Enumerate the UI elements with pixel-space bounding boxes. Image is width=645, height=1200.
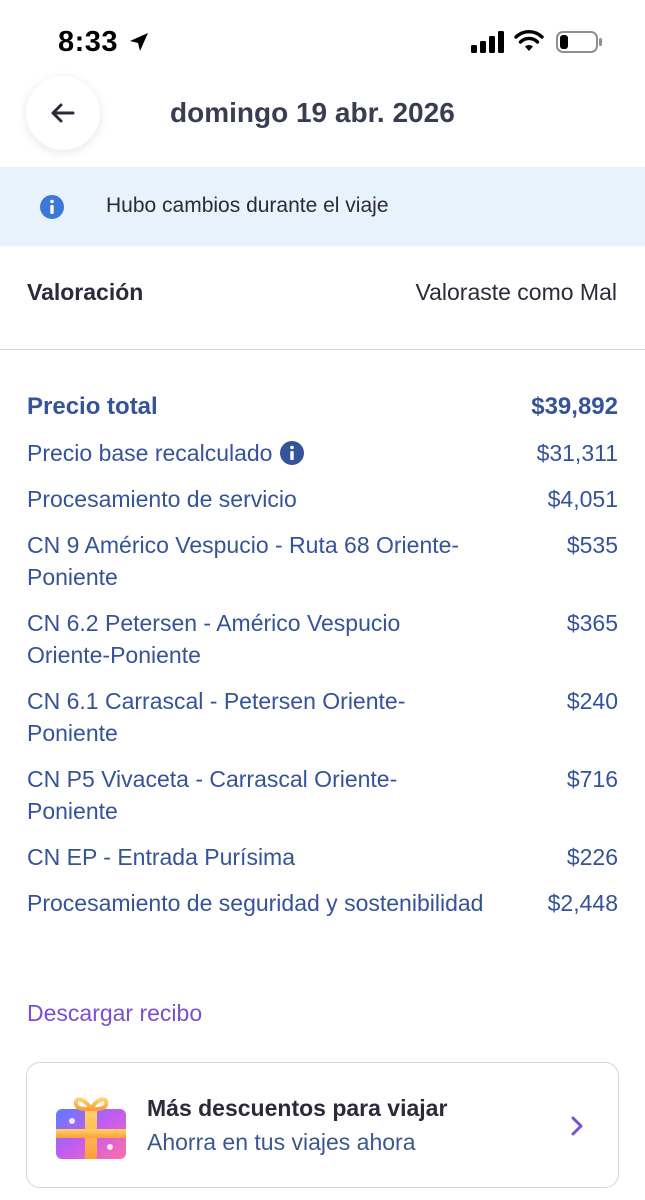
price-label: CN 6.2 Petersen - Américo Vespucio Orien…: [27, 610, 401, 668]
price-label: CN 6.1 Carrascal - Petersen Oriente-Poni…: [27, 688, 406, 746]
price-label: Procesamiento de servicio: [27, 486, 297, 512]
price-value: $240: [566, 688, 618, 714]
price-label: Precio base recalculado: [27, 440, 273, 466]
info-icon[interactable]: [280, 441, 305, 465]
gift-ticket-icon: [56, 1097, 126, 1159]
price-row-total: Precio total $39,892: [27, 391, 618, 423]
price-row: CN P5 Vivaceta - Carrascal Oriente-Ponie…: [27, 763, 618, 827]
price-row: CN 9 Américo Vespucio - Ruta 68 Oriente-…: [27, 529, 618, 593]
status-bar: 8:33: [0, 0, 645, 80]
info-icon: [40, 195, 64, 219]
price-row: Precio base recalculado $31,311: [27, 437, 618, 469]
battery-icon: [556, 31, 602, 53]
price-value: $31,311: [536, 440, 618, 466]
promo-title: Más descuentos para viajar: [147, 1095, 448, 1121]
chevron-right-icon: [571, 1116, 583, 1136]
price-label: Procesamiento de seguridad y sostenibili…: [27, 890, 484, 916]
price-row: Procesamiento de seguridad y sostenibili…: [27, 887, 618, 919]
price-label: CN EP - Entrada Purísima: [27, 844, 296, 870]
price-value: $2,448: [547, 890, 618, 916]
page-title: domingo 19 abr. 2026: [170, 97, 455, 128]
info-banner-text: Hubo cambios durante el viaje: [106, 194, 389, 217]
promo-subtitle: Ahorra en tus viajes ahora: [147, 1129, 416, 1155]
location-arrow-icon: [130, 33, 148, 51]
price-value: $4,051: [547, 486, 618, 512]
arrow-left-icon: [51, 103, 75, 123]
wifi-icon: [514, 30, 544, 51]
promo-card[interactable]: Más descuentos para viajar Ahorra en tus…: [26, 1062, 619, 1188]
price-value: $39,892: [531, 393, 618, 420]
price-row: CN 6.2 Petersen - Américo Vespucio Orien…: [27, 607, 618, 671]
price-value: $535: [566, 532, 618, 558]
back-button[interactable]: [26, 76, 100, 150]
price-value: $716: [566, 766, 618, 792]
price-row: CN EP - Entrada Purísima $226: [27, 841, 618, 873]
price-value: $365: [566, 610, 618, 636]
price-row: Procesamiento de servicio $4,051: [27, 483, 618, 515]
rating-value: Valoraste como Mal: [415, 279, 617, 305]
status-time: 8:33: [58, 26, 119, 58]
price-label: CN 9 Américo Vespucio - Ruta 68 Oriente-…: [27, 532, 460, 590]
price-label: CN P5 Vivaceta - Carrascal Oriente-Ponie…: [27, 766, 398, 824]
download-receipt-link[interactable]: Descargar recibo: [27, 1000, 202, 1027]
price-label: Precio total: [27, 393, 158, 420]
rating-label: Valoración: [27, 279, 144, 305]
price-breakdown: Precio total $39,892 Precio base recalcu…: [27, 391, 618, 933]
price-row: CN 6.1 Carrascal - Petersen Oriente-Poni…: [27, 685, 618, 749]
cellular-signal-icon: [471, 31, 504, 53]
price-value: $226: [566, 844, 618, 870]
